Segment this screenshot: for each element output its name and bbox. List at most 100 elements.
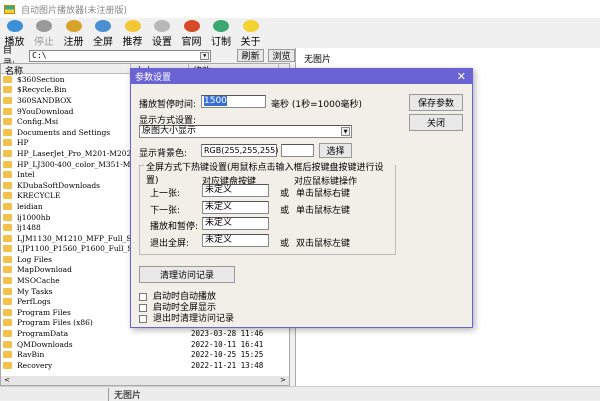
horizontal-scrollbar[interactable]: < > xyxy=(1,376,289,385)
close-icon[interactable]: ✕ xyxy=(457,70,466,83)
chevron-down-icon[interactable]: ▼ xyxy=(200,51,210,60)
folder-icon xyxy=(3,308,12,316)
file-name: HP_LJ300-400_color_M351-M451 xyxy=(17,159,145,169)
save-button[interactable]: 保存参数 xyxy=(409,94,463,111)
title-bar: 自动图片播放器(未注册版) xyxy=(0,0,600,18)
folder-icon xyxy=(3,255,12,263)
bg-color-input[interactable]: RGB(255,255,255) xyxy=(201,144,278,157)
pause-time-input[interactable]: 1500 xyxy=(201,95,266,108)
toolbar-label: 订制 xyxy=(211,37,231,48)
pause-label: 播放暂停时间: xyxy=(139,100,197,110)
mouse-action: 双击鼠标左键 xyxy=(296,238,351,249)
file-name: Config.Msi xyxy=(17,117,59,127)
folder-icon xyxy=(3,192,12,200)
hotkey-input[interactable]: 未定义 xyxy=(202,200,269,214)
chevron-down-icon[interactable]: ▼ xyxy=(341,127,350,136)
folder-icon xyxy=(3,287,12,295)
choose-color-button[interactable]: 选择 xyxy=(319,143,352,158)
file-name: Log Files xyxy=(17,254,52,264)
preview-text: 无图片 xyxy=(304,55,332,65)
pause-unit: 毫秒 (1秒=1000毫秒) xyxy=(271,100,363,110)
toolbar-label: 推荐 xyxy=(122,37,143,48)
display-mode-value: 原图大小显示 xyxy=(142,126,197,136)
folder-icon xyxy=(3,118,12,126)
file-name: $Recycle.Bin xyxy=(17,85,67,95)
folder-icon xyxy=(3,330,12,338)
toolbar-button-1[interactable]: 停止 xyxy=(33,18,56,48)
file-name: Intel xyxy=(17,170,35,180)
toolbar-button-3[interactable]: 全屏 xyxy=(92,18,115,48)
toolbar: 播放 停止 注册 全屏 推荐 设置 官网 订制 关于 xyxy=(0,18,600,48)
hotkey-group: 全屏方式下热键设置(用鼠标点击输入框后按键盘按键进行设置) 对应键盘按键 对应鼠… xyxy=(139,160,396,255)
hotkey-label: 播放和暂停: xyxy=(150,222,199,232)
list-item[interactable]: QMDownloads 2022-10-11 16:41 xyxy=(1,339,289,350)
toolbar-button-8[interactable]: 关于 xyxy=(239,18,262,48)
mouse-action: 单击鼠标左键 xyxy=(296,205,351,216)
folder-icon xyxy=(3,224,12,232)
directory-select[interactable]: C:\ ▼ xyxy=(29,49,212,62)
toolbar-button-6[interactable]: 官网 xyxy=(180,18,203,48)
folder-icon xyxy=(3,202,12,210)
folder-icon xyxy=(3,149,12,157)
hotkey-label: 上一张: xyxy=(150,189,181,199)
folder-icon xyxy=(3,298,12,306)
folder-icon xyxy=(3,361,12,369)
toolbar-button-4[interactable]: 推荐 xyxy=(121,18,144,48)
or-label: 或 xyxy=(280,238,290,249)
folder-icon xyxy=(3,160,12,168)
toolbar-button-7[interactable]: 订制 xyxy=(210,18,233,48)
folder-icon xyxy=(3,75,12,83)
window-title: 自动图片播放器(未注册版) xyxy=(21,5,128,16)
list-item[interactable]: Recovery 2022-11-21 13:48 xyxy=(1,360,289,371)
close-button[interactable]: 关闭 xyxy=(409,114,463,131)
hotkey-input[interactable]: 未定义 xyxy=(202,217,269,230)
bg-color-label: 显示背景色: xyxy=(139,149,188,159)
file-name: Program Files (x86) xyxy=(17,318,93,328)
column-name[interactable]: 名称 xyxy=(1,64,131,77)
hotkey-input[interactable]: 未定义 xyxy=(202,233,269,247)
file-name: HP_LaserJet_Pro_M201-M202 xyxy=(17,148,132,158)
file-name: MSOCache xyxy=(17,276,60,286)
file-name: Program Files xyxy=(17,307,71,317)
smiley-icon xyxy=(242,20,259,32)
settings-dialog: 参数设置 ✕ 播放暂停时间: 1500 毫秒 (1秒=1000毫秒) 保存参数 关… xyxy=(130,68,473,328)
home-icon xyxy=(183,20,200,32)
scroll-right-icon[interactable]: > xyxy=(280,376,286,385)
file-name: 360SANDBOX xyxy=(17,95,72,105)
folder-icon xyxy=(3,107,12,115)
toolbar-button-2[interactable]: 注册 xyxy=(62,18,85,48)
refresh-button[interactable]: 刷新 xyxy=(237,49,265,62)
hotkey-group-title: 全屏方式下热键设置(用鼠标点击输入框后按键盘按键进行设置) xyxy=(144,160,395,186)
app-icon xyxy=(4,4,15,14)
toolbar-button-5[interactable]: 设置 xyxy=(151,18,174,48)
display-mode-select[interactable]: 原图大小显示 ▼ xyxy=(139,125,352,138)
file-name: PerfLogs xyxy=(17,297,51,307)
file-name: ProgramData xyxy=(17,329,69,339)
toolbar-label: 关于 xyxy=(240,37,261,48)
hotkey-label: 下一张: xyxy=(150,205,181,216)
checkbox[interactable] xyxy=(139,314,147,323)
toolbar-label: 全屏 xyxy=(93,37,113,48)
folder-icon xyxy=(3,171,12,179)
folder-icon xyxy=(3,277,12,285)
file-name: HP xyxy=(17,138,29,148)
list-item[interactable]: RavBin 2022-10-25 15:25 xyxy=(1,349,289,360)
scroll-left-icon[interactable]: < xyxy=(4,376,10,385)
hotkey-input[interactable]: 未定义 xyxy=(202,184,269,197)
clear-history-button[interactable]: 清理访问记录 xyxy=(139,266,235,283)
play-icon xyxy=(6,20,23,32)
file-name: $360Section xyxy=(17,74,65,84)
browse-button[interactable]: 浏览 xyxy=(268,49,295,62)
file-date: 2022-10-11 16:41 xyxy=(191,339,264,349)
mouse-action: 单击鼠标右键 xyxy=(296,189,351,199)
file-name: Documents and Settings xyxy=(17,127,111,137)
folder-icon xyxy=(3,319,12,327)
toolbar-label: 停止 xyxy=(34,37,54,48)
folder-icon xyxy=(3,181,12,189)
list-item[interactable]: ProgramData 2023-03-28 11:46 xyxy=(1,328,289,339)
or-label: 或 xyxy=(280,205,290,216)
folder-icon xyxy=(3,139,12,147)
folder-icon xyxy=(3,96,12,104)
file-name: Recovery xyxy=(17,360,53,370)
checkbox-option[interactable]: 退出时清理访问记录 xyxy=(139,311,234,324)
